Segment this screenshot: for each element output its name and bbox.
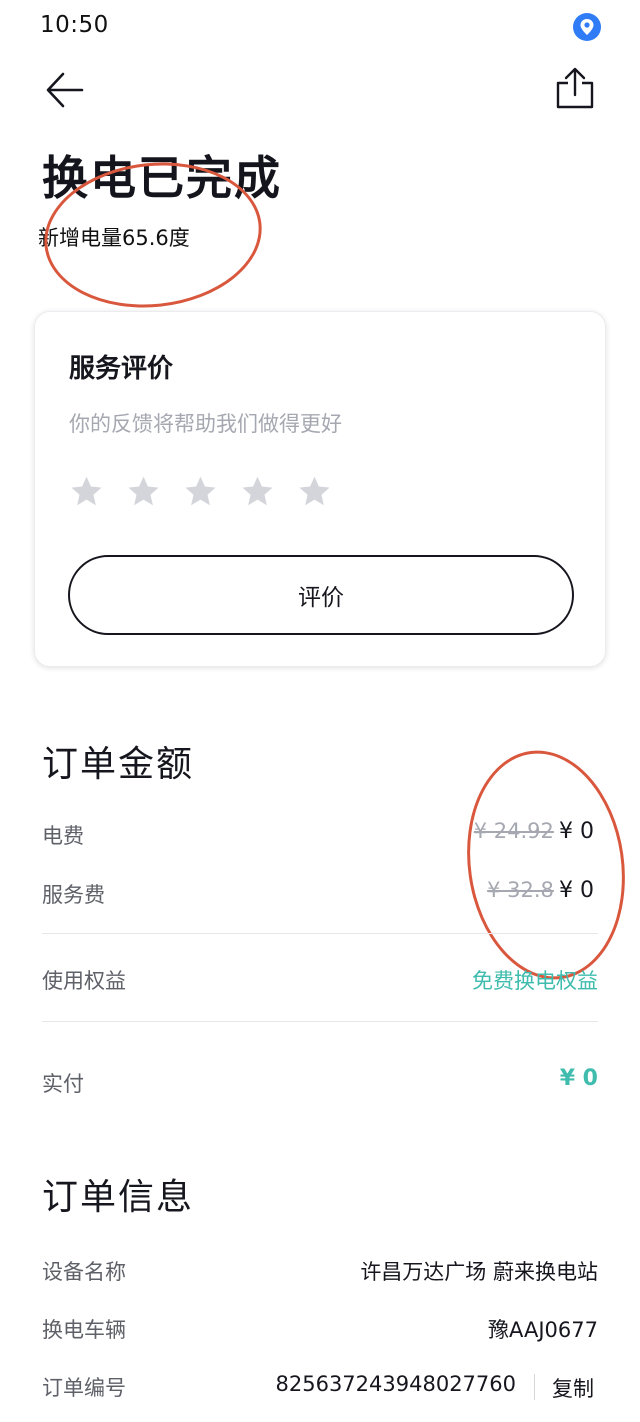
benefit-label: 使用权益 — [42, 969, 126, 993]
divider — [534, 1374, 535, 1400]
back-button[interactable] — [44, 68, 88, 112]
location-icon — [573, 13, 601, 41]
vehicle-value: 豫AAJ0677 — [488, 1318, 598, 1342]
star-icon[interactable] — [69, 474, 104, 509]
status-time: 10:50 — [40, 12, 109, 38]
annotation-circle — [452, 740, 640, 990]
service-fee-label: 服务费 — [42, 883, 105, 907]
device-label: 设备名称 — [42, 1260, 126, 1284]
order-info-title: 订单信息 — [42, 1177, 195, 1218]
paid-label: 实付 — [42, 1072, 84, 1096]
copy-button[interactable]: 复制 — [552, 1373, 594, 1403]
rate-button[interactable]: 评价 — [68, 555, 574, 635]
order-number-label: 订单编号 — [42, 1376, 126, 1400]
star-icon[interactable] — [240, 474, 275, 509]
star-icon[interactable] — [126, 474, 161, 509]
paid-value: ¥ 0 — [559, 1066, 598, 1091]
star-icon[interactable] — [183, 474, 218, 509]
divider — [42, 933, 598, 934]
back-arrow-icon — [46, 72, 84, 108]
star-icon[interactable] — [297, 474, 332, 509]
vehicle-label: 换电车辆 — [42, 1318, 126, 1342]
review-subtitle: 你的反馈将帮助我们做得更好 — [69, 412, 342, 436]
share-icon — [556, 67, 594, 109]
share-button[interactable] — [552, 66, 598, 112]
review-title: 服务评价 — [69, 354, 174, 384]
order-number-value: 825637243948027760 — [275, 1372, 517, 1396]
order-amount-title: 订单金额 — [42, 744, 195, 785]
divider — [42, 1021, 598, 1022]
review-card: 服务评价 你的反馈将帮助我们做得更好 评价 — [34, 311, 606, 667]
rating-stars — [69, 474, 332, 509]
device-value: 许昌万达广场 蔚来换电站 — [360, 1260, 598, 1284]
electricity-fee-label: 电费 — [42, 824, 84, 848]
benefit-value[interactable]: 免费换电权益 — [472, 965, 598, 995]
